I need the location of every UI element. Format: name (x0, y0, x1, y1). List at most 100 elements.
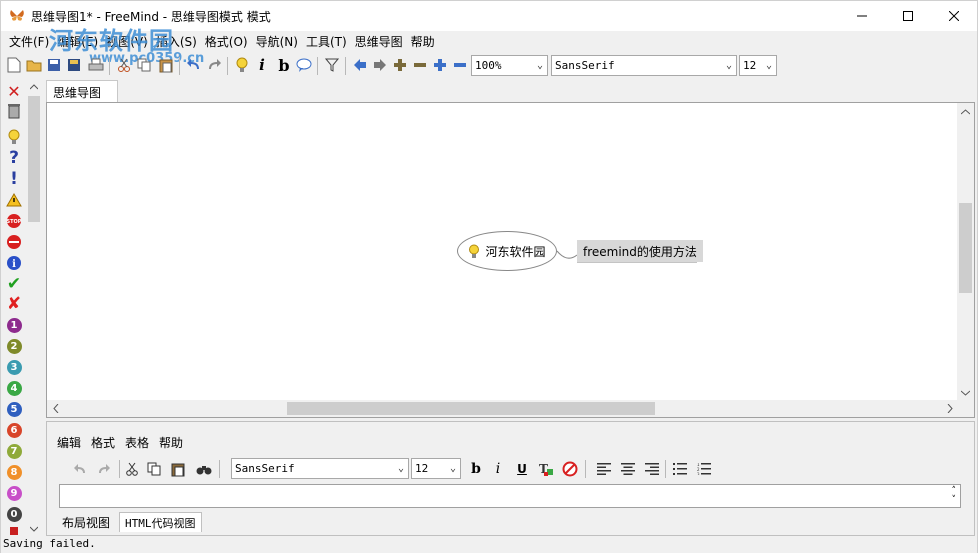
align-center-icon[interactable] (619, 460, 637, 478)
scroll-up-icon[interactable] (961, 109, 970, 115)
checkmark-icon[interactable]: ✔ (5, 274, 23, 294)
scroll-right-icon[interactable] (947, 404, 953, 413)
zoom-select[interactable]: 100% ⌄ (471, 55, 548, 76)
menu-tools[interactable]: 工具(T) (302, 33, 351, 50)
text-color-icon[interactable]: T (537, 460, 555, 478)
priority-4-icon[interactable]: 4 (5, 379, 23, 397)
italic-button[interactable]: i (253, 56, 271, 74)
note-menu-help[interactable]: 帮助 (159, 434, 183, 452)
paste-icon[interactable] (169, 460, 187, 478)
save-as-icon[interactable] (65, 56, 83, 74)
filter-icon[interactable] (323, 56, 341, 74)
menu-navigate[interactable]: 导航(N) (252, 33, 302, 50)
note-menu-bar: 编辑 格式 表格 帮助 (57, 434, 183, 452)
copy-icon[interactable] (135, 56, 153, 74)
canvas-vertical-scrollbar[interactable] (957, 103, 974, 401)
save-icon[interactable] (45, 56, 63, 74)
chevron-down-icon: ⌄ (765, 60, 772, 71)
note-underline-button[interactable]: U (513, 460, 531, 478)
undo-icon[interactable] (71, 460, 89, 478)
tab-mindmap[interactable]: 思维导图1* (46, 80, 118, 115)
scroll-thumb[interactable] (959, 203, 972, 293)
minus-brown-icon[interactable] (411, 56, 429, 74)
root-node[interactable]: 河东软件园 (457, 231, 557, 271)
priority-8-icon[interactable]: 8 (5, 463, 23, 481)
close-button[interactable] (931, 1, 977, 31)
scroll-down-icon[interactable] (30, 526, 38, 532)
menu-format[interactable]: 格式(O) (201, 33, 252, 50)
trash-icon[interactable] (5, 102, 23, 120)
find-binoculars-icon[interactable] (195, 460, 213, 478)
menu-help[interactable]: 帮助 (407, 33, 439, 50)
scroll-thumb[interactable] (28, 96, 40, 222)
idea-bulb-icon[interactable] (233, 56, 251, 74)
priority-9-icon[interactable]: 9 (5, 484, 23, 502)
print-icon[interactable] (87, 56, 105, 74)
bold-button[interactable]: b (275, 56, 293, 75)
no-entry-icon[interactable] (5, 233, 23, 251)
arrow-left-icon[interactable] (351, 56, 369, 74)
info-icon[interactable]: i (5, 254, 23, 272)
priority-6-icon[interactable]: 6 (5, 421, 23, 439)
zoom-out-icon[interactable] (451, 56, 469, 74)
tab-layout-view[interactable]: 布局视图 (57, 512, 115, 532)
note-italic-button[interactable]: i (489, 460, 507, 478)
canvas-horizontal-scrollbar[interactable] (47, 400, 959, 417)
note-bold-button[interactable]: b (467, 460, 485, 478)
priority-2-icon[interactable]: 2 (5, 337, 23, 355)
note-menu-format[interactable]: 格式 (91, 434, 115, 452)
tab-html-view[interactable]: HTML代码视图 (119, 512, 202, 532)
bullet-list-icon[interactable] (671, 460, 689, 478)
paste-icon[interactable] (157, 56, 175, 74)
minimize-button[interactable] (839, 1, 885, 31)
priority-5-icon[interactable]: 5 (5, 400, 23, 418)
warning-icon[interactable] (5, 191, 23, 209)
stop-sign-icon[interactable]: STOP (5, 212, 23, 230)
plus-brown-icon[interactable] (391, 56, 409, 74)
priority-9-label: 9 (6, 485, 22, 501)
child-node[interactable]: freemind的使用方法 (577, 240, 703, 262)
priority-0-icon[interactable]: 0 (5, 505, 23, 523)
align-right-icon[interactable] (643, 460, 661, 478)
speech-bubble-icon[interactable] (295, 56, 313, 74)
cut-icon[interactable] (115, 56, 133, 74)
priority-7-icon[interactable]: 7 (5, 442, 23, 460)
question-icon[interactable]: ? (5, 148, 23, 168)
font-family-select[interactable]: SansSerif ⌄ (551, 55, 737, 76)
redo-icon[interactable] (205, 56, 223, 74)
align-left-icon[interactable] (595, 460, 613, 478)
scroll-up-icon[interactable] (30, 84, 38, 90)
priority-3-icon[interactable]: 3 (5, 358, 23, 376)
note-scroll-arrows[interactable]: ˄ ˅ (952, 487, 957, 505)
menu-mindmap[interactable]: 思维导图 (351, 33, 407, 50)
numbered-list-icon[interactable]: 123 (695, 460, 713, 478)
new-file-icon[interactable] (5, 56, 23, 74)
scroll-down-icon[interactable] (961, 390, 970, 396)
note-font-size-select[interactable]: 12 ⌄ (411, 458, 461, 479)
maximize-button[interactable] (885, 1, 931, 31)
scroll-left-icon[interactable] (53, 404, 59, 413)
zoom-in-icon[interactable] (431, 56, 449, 74)
icon-palette-scrollbar[interactable] (26, 80, 42, 536)
menu-file[interactable]: 文件(F) (5, 33, 53, 50)
remove-icon[interactable]: ✕ (5, 82, 23, 101)
note-text-area[interactable]: ˄ ˅ (59, 484, 961, 508)
copy-icon[interactable] (145, 460, 163, 478)
cut-icon[interactable] (123, 460, 141, 478)
scroll-thumb[interactable] (287, 402, 655, 415)
idea-bulb-icon[interactable] (5, 128, 23, 146)
priority-1-icon[interactable]: 1 (5, 316, 23, 334)
note-menu-edit[interactable]: 编辑 (57, 434, 81, 452)
strikethrough-icon[interactable] (561, 460, 579, 478)
stop-sign-icon[interactable] (5, 525, 23, 535)
font-size-select[interactable]: 12 ⌄ (739, 55, 777, 76)
open-file-icon[interactable] (25, 56, 43, 74)
exclamation-icon[interactable]: ! (5, 169, 23, 189)
cross-icon[interactable]: ✘ (5, 294, 23, 314)
undo-icon[interactable] (185, 56, 203, 74)
note-font-family-select[interactable]: SansSerif ⌄ (231, 458, 409, 479)
note-menu-table[interactable]: 表格 (125, 434, 149, 452)
mindmap-canvas[interactable]: 河东软件园 freemind的使用方法 (46, 102, 975, 418)
redo-icon[interactable] (95, 460, 113, 478)
arrow-right-icon[interactable] (371, 56, 389, 74)
